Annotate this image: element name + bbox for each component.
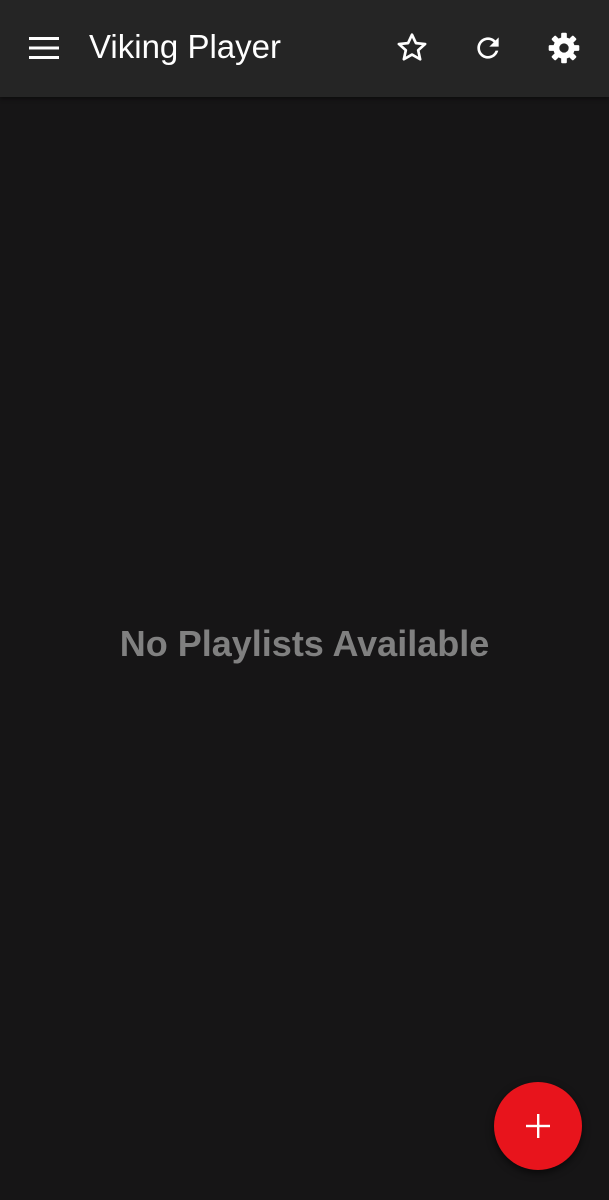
gear-icon xyxy=(548,32,580,64)
menu-button[interactable] xyxy=(14,18,74,78)
app-root: Viking Player No Playlists Available xyxy=(0,0,609,1200)
refresh-button[interactable] xyxy=(458,18,518,78)
add-playlist-button[interactable] xyxy=(494,1082,582,1170)
favorites-button[interactable] xyxy=(382,18,442,78)
settings-button[interactable] xyxy=(534,18,594,78)
app-title: Viking Player xyxy=(89,28,281,65)
menu-icon xyxy=(29,37,59,59)
empty-state-message: No Playlists Available xyxy=(119,623,490,664)
app-toolbar: Viking Player xyxy=(0,0,609,97)
refresh-icon xyxy=(477,37,499,59)
star-outline-icon xyxy=(397,33,427,61)
playlist-content: No Playlists Available xyxy=(0,97,609,1200)
plus-icon xyxy=(526,1114,550,1138)
